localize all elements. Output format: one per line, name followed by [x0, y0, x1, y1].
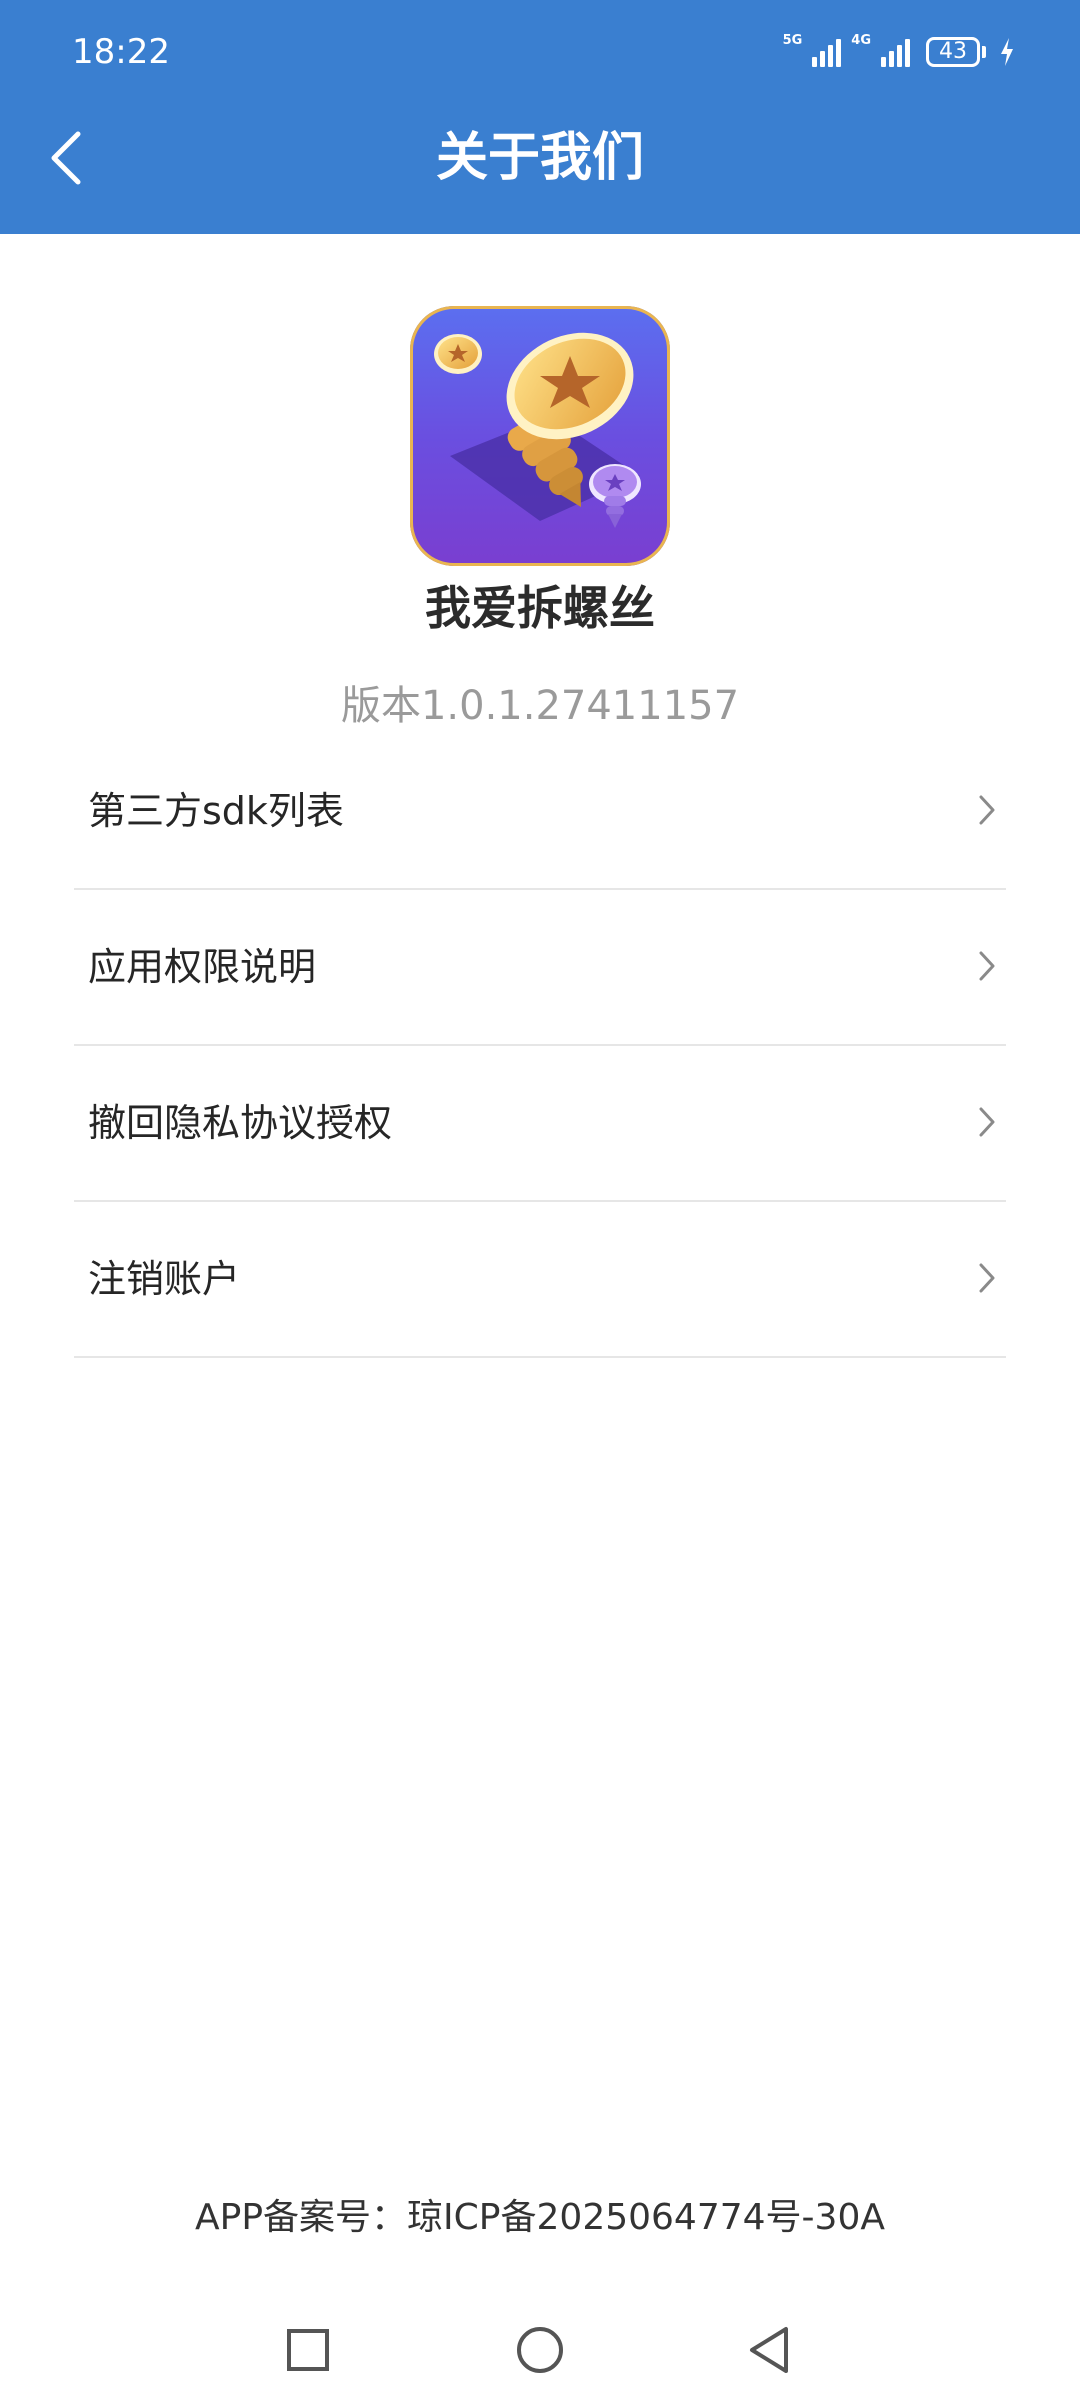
app-name: 我爱拆螺丝: [425, 581, 655, 635]
recents-button[interactable]: [268, 2310, 348, 2390]
status-icons: 5G 4G 43: [783, 32, 1014, 72]
back-triangle-icon: [750, 2327, 788, 2373]
chevron-right-icon: [979, 951, 995, 981]
menu-item-label: 撤回隐私协议授权: [88, 1101, 393, 1145]
status-time: 18:22: [72, 32, 170, 72]
home-circle-icon: [517, 2327, 563, 2373]
page-title: 关于我们: [435, 128, 644, 188]
battery-level: 43: [926, 37, 980, 67]
menu-item-label: 应用权限说明: [88, 945, 317, 989]
network-type-5g: 5G: [782, 33, 803, 48]
signal-icon: [812, 37, 842, 67]
chevron-right-icon: [979, 1263, 995, 1293]
menu-item-third-party-sdk-list[interactable]: 第三方sdk列表: [74, 734, 1006, 890]
system-back-button[interactable]: [730, 2310, 810, 2390]
menu-item-delete-account[interactable]: 注销账户: [74, 1202, 1006, 1358]
menu-item-label: 第三方sdk列表: [88, 789, 344, 833]
screw-app-icon: [410, 306, 670, 566]
icp-filing-number: APP备案号：琼ICP备2025064774号-30A: [195, 2197, 885, 2238]
charging-icon: [1001, 38, 1013, 66]
recents-square-icon: [287, 2329, 329, 2371]
network-type-4g: 4G: [851, 33, 871, 48]
menu-item-label: 注销账户: [88, 1257, 241, 1301]
about-us-screen: 18:22 5G 4G 43 关于我们 我爱拆螺丝 版本1.0.1.274111…: [0, 0, 1080, 2400]
app-header: 18:22 5G 4G 43 关于我们: [0, 0, 1080, 234]
app-version: 版本1.0.1.27411157: [340, 683, 740, 729]
chevron-right-icon: [979, 1107, 995, 1137]
battery-icon: 43: [926, 37, 986, 67]
home-button[interactable]: [500, 2310, 580, 2390]
chevron-right-icon: [979, 795, 995, 825]
signal-icon: [881, 37, 910, 67]
menu-item-app-permissions[interactable]: 应用权限说明: [74, 890, 1006, 1046]
settings-menu-list: 第三方sdk列表 应用权限说明 撤回隐私协议授权 注销账户: [74, 734, 1006, 1358]
menu-item-revoke-privacy-consent[interactable]: 撤回隐私协议授权: [74, 1046, 1006, 1202]
